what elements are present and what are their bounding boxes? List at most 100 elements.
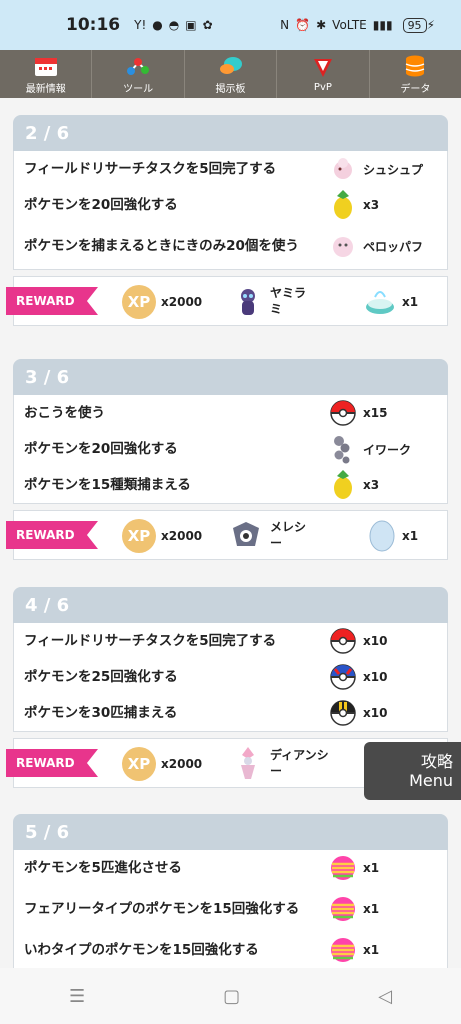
task-row: ポケモンを捕まえるときにきのみ20個を使う ペロッパフ [14, 223, 447, 269]
xp-amount: x2000 [161, 757, 203, 771]
task-row: ポケモンを25回強化する x10 [14, 659, 447, 695]
menu-label-jp: 攻略 [420, 752, 453, 771]
nav-label: 最新情報 [25, 83, 66, 95]
app-icon: ▣ [185, 18, 197, 32]
system-nav-bar: ☰ ▢ ◁ [0, 968, 461, 1024]
reward-badge: REWARD [6, 287, 98, 315]
task-text: いわタイプのポケモンを15回強化する [24, 941, 259, 958]
poke-ball-icon [327, 625, 359, 657]
task-row: ポケモンを15種類捕まえる x3 [14, 467, 447, 503]
back-icon[interactable]: ◁ [378, 986, 392, 1007]
research-step-2: 2 / 6 フィールドリサーチタスクを5回完了する シュシュプ ポケモンを20回… [6, 115, 448, 326]
pokemon-spritzee-icon [327, 230, 359, 262]
pvp-shield-icon [310, 56, 336, 80]
task-text: おこうを使う [24, 404, 105, 421]
task-row: フィールドリサーチタスクを5回完了する x10 [14, 623, 447, 659]
yahoo-icon: Y! [134, 18, 147, 32]
clock: 10:16 [66, 15, 121, 35]
reward-text: シュシュプ [363, 162, 424, 177]
xp-icon: XP [122, 747, 156, 781]
task-row: フィールドリサーチタスクを5回完了する シュシュプ [14, 151, 447, 187]
task-row: いわタイプのポケモンを15回強化する x1 [14, 932, 447, 968]
pinap-berry-icon [327, 189, 359, 221]
task-text: ポケモンを30匹捕まえる [24, 704, 178, 721]
reward-text: x10 [363, 670, 388, 684]
task-text: ポケモンを捕まえるときにきのみ20個を使う [24, 237, 299, 254]
reward-text: x1 [363, 861, 380, 875]
nav-data[interactable]: データ [370, 50, 461, 98]
signal-icon: ▮▮▮ [372, 18, 393, 32]
reward-pokemon-name: メレシー [270, 520, 307, 550]
xp-amount: x2000 [161, 529, 203, 543]
reward-text: x1 [363, 943, 380, 957]
reward-text: x10 [363, 634, 388, 648]
step-title: 5 / 6 [13, 814, 448, 850]
xp-amount: x2000 [161, 295, 203, 309]
nav-label: ツール [123, 83, 154, 95]
menu-label-en: Menu [409, 771, 453, 790]
reward-text: x3 [363, 478, 380, 492]
reward-pokemon-name: ヤミラミ [270, 286, 307, 316]
reward-text: イワーク [363, 442, 412, 457]
step-title: 4 / 6 [13, 587, 448, 623]
alarm-icon: ⏰ [295, 18, 311, 32]
network-icon [125, 54, 151, 78]
rare-candy-icon [327, 934, 359, 966]
task-list: フィールドリサーチタスクを5回完了する シュシュプ ポケモンを20回強化する x… [13, 151, 448, 270]
reward-text: x1 [363, 902, 380, 916]
task-text: フィールドリサーチタスクを5回完了する [24, 160, 277, 177]
volte-icon: VoLTE [332, 18, 367, 32]
task-list: ポケモンを5匹進化させる x1 フェアリータイプのポケモンを15回強化する x1… [13, 850, 448, 968]
main-content[interactable]: 2 / 6 フィールドリサーチタスクを5回完了する シュシュプ ポケモンを20回… [0, 98, 461, 968]
reward-pokemon-name: ディアンシー [270, 748, 329, 778]
task-row: ポケモンを30匹捕まえる x10 [14, 695, 447, 731]
task-row: おこうを使う x15 [14, 395, 447, 431]
xp-icon: XP [122, 519, 156, 553]
pokemon-sableye-icon [230, 284, 266, 320]
reward-item-count: x1 [402, 529, 419, 543]
task-text: ポケモンを5匹進化させる [24, 859, 182, 876]
pokeball-icon: ◓ [168, 18, 180, 32]
task-row: ポケモンを5匹進化させる x1 [14, 850, 447, 886]
poke-ball-icon [327, 397, 359, 429]
reward-badge: REWARD [6, 749, 98, 777]
research-step-3: 3 / 6 おこうを使う x15 ポケモンを20回強化する イワーク ポケモンを… [6, 359, 448, 560]
pinap-berry-icon [327, 469, 359, 501]
nav-pvp[interactable]: PvP [277, 50, 370, 98]
nav-label: PvP [313, 81, 332, 93]
nav-label: 掲示板 [215, 83, 246, 95]
task-row: ポケモンを20回強化する x3 [14, 187, 447, 223]
task-text: ポケモンを20回強化する [24, 196, 178, 213]
reward-text: ペロッパフ [363, 239, 424, 254]
nav-label: データ [400, 83, 431, 95]
rare-candy-icon [327, 893, 359, 925]
pinwheel-icon: ✿ [202, 18, 213, 32]
task-text: フェアリータイプのポケモンを15回強化する [24, 900, 300, 917]
reward-text: x10 [363, 706, 388, 720]
xp-icon: XP [122, 285, 156, 319]
chat-icon [218, 54, 244, 78]
task-text: ポケモンを25回強化する [24, 668, 178, 685]
recent-apps-icon[interactable]: ☰ [69, 986, 85, 1007]
strategy-menu-button[interactable]: 攻略 Menu [364, 742, 461, 800]
step-title: 2 / 6 [13, 115, 448, 151]
pokemon-swirlix-icon [327, 153, 359, 185]
reward-badge: REWARD [6, 521, 98, 549]
reward-row: REWARD XP x2000 メレシー x1 [6, 510, 448, 560]
bluetooth-icon: ✱ [316, 18, 327, 32]
research-step-5: 5 / 6 ポケモンを5匹進化させる x1 フェアリータイプのポケモンを15回強… [13, 814, 448, 968]
nav-news[interactable]: 最新情報 [0, 50, 93, 98]
nav-tools[interactable]: ツール [92, 50, 185, 98]
battery-indicator: 95 [402, 17, 427, 33]
reward-item-count: x1 [402, 295, 419, 309]
task-row: ポケモンを20回強化する イワーク [14, 431, 447, 467]
task-text: フィールドリサーチタスクを5回完了する [24, 632, 277, 649]
task-list: フィールドリサーチタスクを5回完了する x10 ポケモンを25回強化する x10… [13, 623, 448, 732]
pokemon-diancie-icon [230, 745, 266, 781]
home-icon[interactable]: ▢ [223, 986, 240, 1007]
great-ball-icon [327, 661, 359, 693]
nav-board[interactable]: 掲示板 [185, 50, 278, 98]
task-list: おこうを使う x15 ポケモンを20回強化する イワーク ポケモンを15種類捕ま… [13, 395, 448, 504]
status-bar: 10:16 Y! ● ◓ ▣ ✿ N ⏰ ✱ VoLTE ▮▮▮ 95 ⚡ [0, 0, 461, 50]
ultra-ball-icon [327, 697, 359, 729]
